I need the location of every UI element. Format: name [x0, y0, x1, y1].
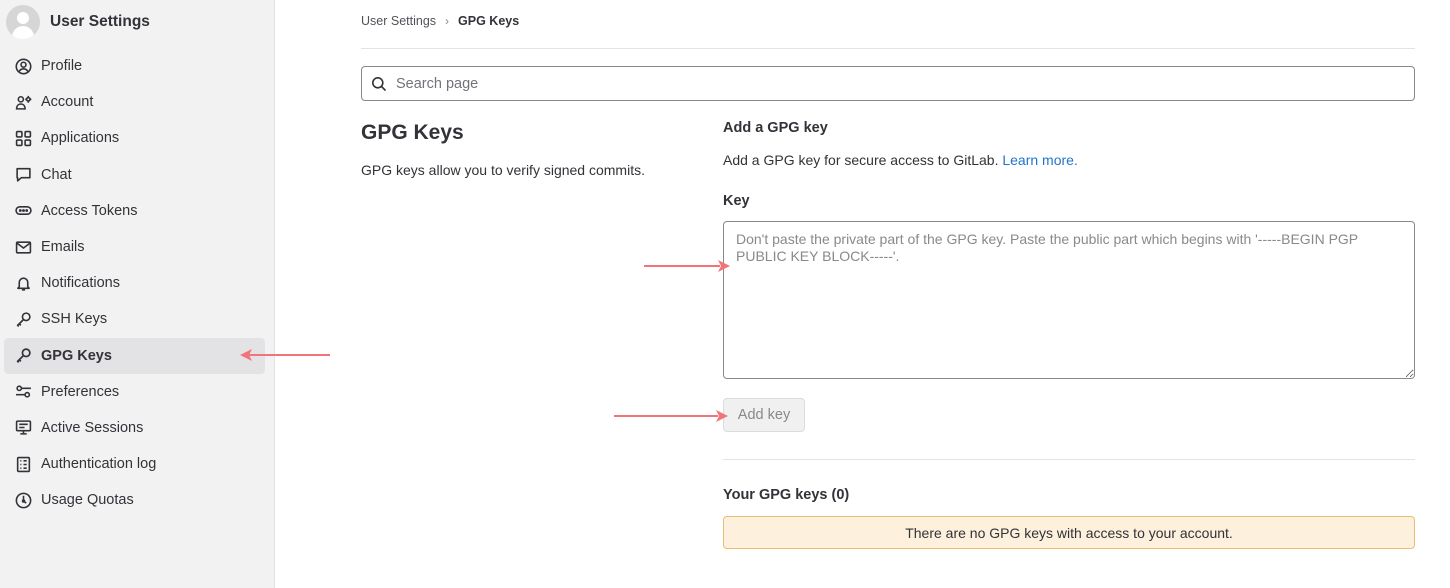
key-field-label: Key — [723, 193, 750, 209]
key-icon — [14, 310, 32, 328]
page-title: GPG Keys — [361, 121, 464, 144]
sidebar: User Settings Profile Account Applicatio… — [0, 0, 275, 588]
profile-icon — [14, 57, 32, 75]
token-icon — [14, 202, 32, 220]
annotation-arrow-icon — [614, 410, 728, 422]
key-textarea[interactable] — [723, 221, 1415, 379]
sidebar-item-label: GPG Keys — [41, 347, 112, 364]
search-input[interactable] — [394, 74, 1385, 93]
quota-icon — [14, 491, 32, 509]
empty-keys-message: There are no GPG keys with access to you… — [905, 524, 1233, 541]
sidebar-item-label: Emails — [41, 239, 85, 256]
account-icon — [14, 93, 32, 111]
applications-icon — [14, 129, 32, 147]
divider — [361, 48, 1415, 49]
sidebar-item-notifications[interactable]: Notifications — [4, 265, 265, 301]
preferences-icon — [14, 383, 32, 401]
divider — [723, 459, 1415, 460]
sidebar-item-access-tokens[interactable]: Access Tokens — [4, 193, 265, 229]
search-icon — [372, 76, 387, 91]
sidebar-item-label: Chat — [41, 166, 72, 183]
breadcrumb-separator-icon: › — [445, 14, 450, 28]
add-key-description: Add a GPG key for secure access to GitLa… — [723, 152, 1078, 168]
sidebar-item-label: Profile — [41, 58, 83, 75]
breadcrumb: User Settings › GPG Keys — [361, 14, 519, 28]
sidebar-item-profile[interactable]: Profile — [4, 48, 265, 84]
log-icon — [14, 455, 32, 473]
annotation-arrow-icon — [644, 260, 730, 272]
sidebar-nav: Profile Account Applications Chat Access… — [4, 48, 265, 518]
sidebar-title: User Settings — [50, 13, 150, 30]
learn-more-link[interactable]: Learn more. — [1002, 152, 1077, 168]
add-key-heading: Add a GPG key — [723, 120, 828, 136]
sidebar-item-chat[interactable]: Chat — [4, 157, 265, 193]
sidebar-item-label: Preferences — [41, 383, 120, 400]
sidebar-item-gpg-keys[interactable]: GPG Keys — [4, 337, 265, 374]
add-key-description-text: Add a GPG key for secure access to GitLa… — [723, 152, 999, 168]
sidebar-item-applications[interactable]: Applications — [4, 120, 265, 156]
sidebar-item-active-sessions[interactable]: Active Sessions — [4, 410, 265, 446]
mail-icon — [14, 238, 32, 256]
search-box[interactable] — [361, 66, 1415, 101]
page-description: GPG keys allow you to verify signed comm… — [361, 162, 645, 178]
sidebar-item-ssh-keys[interactable]: SSH Keys — [4, 301, 265, 337]
sidebar-item-label: Authentication log — [41, 456, 157, 473]
chat-icon — [14, 166, 32, 184]
sidebar-item-label: Access Tokens — [41, 202, 138, 219]
sidebar-item-emails[interactable]: Emails — [4, 229, 265, 265]
avatar[interactable] — [6, 5, 40, 39]
bell-icon — [14, 274, 32, 292]
your-keys-heading: Your GPG keys (0) — [723, 487, 850, 503]
sidebar-header[interactable]: User Settings — [6, 4, 150, 40]
sidebar-item-usage-quotas[interactable]: Usage Quotas — [4, 482, 265, 518]
add-key-button[interactable]: Add key — [723, 398, 805, 432]
annotation-arrow-icon — [240, 349, 330, 361]
breadcrumb-current[interactable]: GPG Keys — [458, 14, 519, 28]
sidebar-item-label: Applications — [41, 130, 120, 147]
sidebar-item-label: SSH Keys — [41, 311, 108, 328]
sidebar-item-label: Notifications — [41, 275, 120, 292]
sidebar-item-label: Account — [41, 94, 94, 111]
sidebar-item-label: Usage Quotas — [41, 492, 134, 509]
key-icon — [14, 347, 32, 365]
monitor-icon — [14, 419, 32, 437]
sidebar-item-authentication-log[interactable]: Authentication log — [4, 446, 265, 482]
sidebar-item-account[interactable]: Account — [4, 84, 265, 120]
breadcrumb-parent-link[interactable]: User Settings — [361, 14, 436, 28]
empty-keys-alert: There are no GPG keys with access to you… — [723, 516, 1415, 549]
sidebar-item-label: Active Sessions — [41, 419, 144, 436]
sidebar-item-preferences[interactable]: Preferences — [4, 374, 265, 410]
